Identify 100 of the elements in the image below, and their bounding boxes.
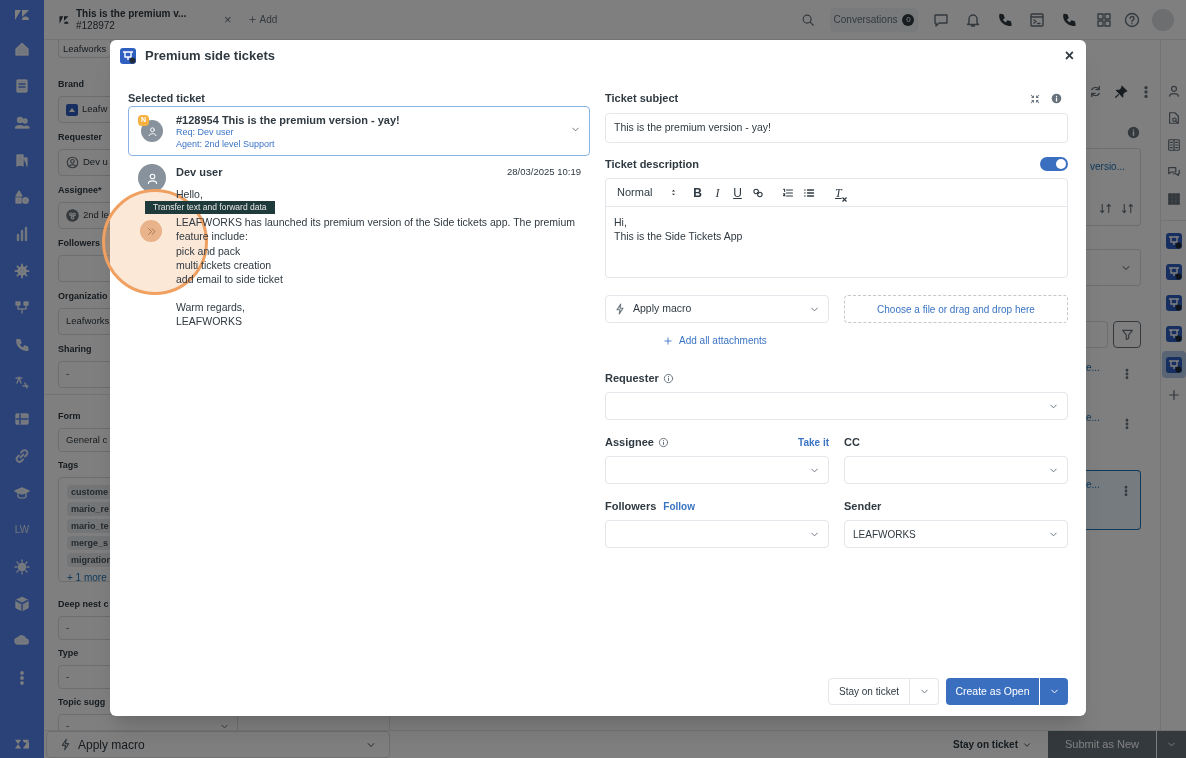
field-label: Assignee*	[58, 184, 102, 196]
bar-chart-icon[interactable]	[14, 225, 30, 242]
phone-icon[interactable]	[14, 336, 30, 353]
brand-icon	[66, 103, 78, 116]
sun-icon[interactable]	[14, 558, 30, 575]
stay-on-ticket-button[interactable]: Stay on ticket	[827, 678, 910, 705]
bolt-icon	[614, 303, 626, 315]
format-button[interactable]: U	[732, 183, 743, 202]
swap-icon[interactable]	[1099, 202, 1112, 215]
apps-icon[interactable]	[1166, 192, 1181, 206]
refresh-icon[interactable]	[1088, 84, 1103, 99]
inbox-icon[interactable]	[14, 77, 30, 94]
grid-icon[interactable]	[1096, 11, 1112, 28]
add-attachments-link[interactable]: Add all attachments	[663, 333, 767, 348]
ticket-title: #128954 This is the premium version - yay!	[176, 114, 400, 126]
logo-icon[interactable]	[13, 7, 31, 23]
shapes-icon[interactable]	[14, 188, 30, 205]
editor-text-line: This is the Side Tickets App	[614, 229, 743, 243]
modal-title: Premium side tickets	[145, 47, 276, 66]
group-icon	[66, 209, 79, 222]
format-button[interactable]: B	[692, 183, 703, 202]
macro-dropdown[interactable]: Apply macro	[605, 295, 829, 323]
document-search-icon[interactable]	[1166, 111, 1181, 125]
add-tab-button[interactable]: Add	[247, 12, 278, 27]
take-it-link[interactable]: Take it	[798, 435, 829, 450]
message-line: LEAFWORKS	[176, 314, 242, 329]
bolt-icon	[59, 738, 72, 751]
toggle-switch[interactable]	[1040, 157, 1068, 171]
pin-icon[interactable]	[1114, 84, 1128, 99]
create-options-button[interactable]	[1040, 678, 1068, 705]
filter-button[interactable]	[1113, 321, 1141, 348]
collapse-icon[interactable]	[1029, 92, 1041, 105]
ticket-list-item[interactable]: e...	[1086, 408, 1141, 448]
field-label: Topic sugg	[58, 696, 106, 708]
format-button[interactable]: I	[712, 183, 723, 202]
sitemap-icon[interactable]	[14, 299, 30, 316]
app-tab[interactable]	[1161, 351, 1186, 378]
tab-title[interactable]: This is the premium v...	[76, 7, 187, 20]
user-circle-icon	[66, 156, 79, 169]
search-icon[interactable]	[801, 12, 815, 27]
plus-icon	[663, 335, 673, 346]
macro-dropdown[interactable]: Apply macro	[46, 731, 390, 758]
chat-icon[interactable]	[1166, 165, 1181, 179]
spreadsheet-icon[interactable]	[14, 410, 30, 427]
stay-on-ticket-dropdown[interactable]: Stay on ticket	[952, 731, 1032, 758]
agent-text: Agent: 2nd level Support	[176, 138, 276, 150]
brand-logo-icon[interactable]	[13, 737, 31, 751]
message-line: multi tickets creation	[176, 257, 272, 272]
close-button[interactable]: ×	[1064, 48, 1074, 64]
subject-field[interactable]: This is the premium version - yay!	[605, 113, 1068, 143]
tag: custome	[67, 485, 112, 499]
file-drop-zone[interactable]: Choose a file or drag and drop here	[844, 295, 1068, 323]
tab-ticket-number: #128972	[76, 19, 116, 32]
bulleted-list-icon[interactable]	[803, 186, 815, 199]
field-label: Sender	[844, 499, 882, 515]
ticket-link[interactable]: versio...	[1090, 159, 1134, 174]
list-icon[interactable]	[1166, 138, 1181, 152]
numbered-list-icon[interactable]	[782, 186, 794, 199]
phone-icon[interactable]	[997, 11, 1013, 28]
ticket-list-item[interactable]: e...	[1086, 470, 1141, 530]
plus-icon	[247, 15, 257, 24]
text-editor[interactable]: Normal B I U T Hi, This is the Side Tickets App	[605, 178, 1068, 278]
person-icon[interactable]	[1166, 84, 1181, 98]
building-icon[interactable]	[14, 151, 30, 168]
home-icon[interactable]	[14, 40, 30, 57]
ticket-tab-icon[interactable]	[58, 13, 70, 26]
dropdown[interactable]: LEAFWORKS	[844, 520, 1068, 548]
link-icon[interactable]	[752, 186, 764, 199]
info-icon	[1051, 93, 1062, 104]
cube-icon[interactable]	[14, 595, 30, 612]
field-label: Requester	[58, 131, 102, 143]
create-button[interactable]: Create as Open	[946, 678, 1039, 705]
submit-button[interactable]: Submit as New	[1048, 731, 1156, 758]
people-icon[interactable]	[14, 114, 30, 131]
author-name: Dev user	[176, 164, 223, 180]
conversations-button[interactable]: Conversations 0	[830, 7, 918, 32]
editor-text-line: Hi,	[614, 215, 627, 229]
format-dropdown[interactable]: Normal	[617, 184, 678, 201]
settings-icon[interactable]	[14, 262, 30, 279]
ticket-list-item[interactable]: e...	[1086, 358, 1141, 398]
swap-icon[interactable]	[1121, 202, 1134, 215]
chat-icon[interactable]	[933, 11, 949, 28]
field-label: Form	[58, 410, 81, 422]
field-label: Ticket description	[605, 156, 699, 172]
field-label: Organizatio	[58, 290, 108, 302]
translate-icon[interactable]	[14, 373, 30, 390]
bell-icon[interactable]	[965, 11, 981, 28]
count-badge: 0	[902, 13, 915, 26]
phone-icon[interactable]	[1061, 11, 1077, 28]
tab-close-button[interactable]: ×	[224, 9, 232, 30]
graduation-cap-icon[interactable]	[14, 484, 30, 501]
plus-icon[interactable]	[1166, 388, 1181, 402]
terminal-icon[interactable]	[1029, 11, 1045, 28]
app-icon[interactable]	[120, 48, 136, 64]
filter-icon	[1120, 328, 1134, 341]
tag: merge_s	[67, 536, 113, 550]
follow-link[interactable]: Follow	[663, 499, 695, 514]
clear-format-button[interactable]: T	[835, 183, 847, 202]
help-icon[interactable]	[1124, 11, 1140, 28]
field-label: Followers	[58, 237, 100, 249]
